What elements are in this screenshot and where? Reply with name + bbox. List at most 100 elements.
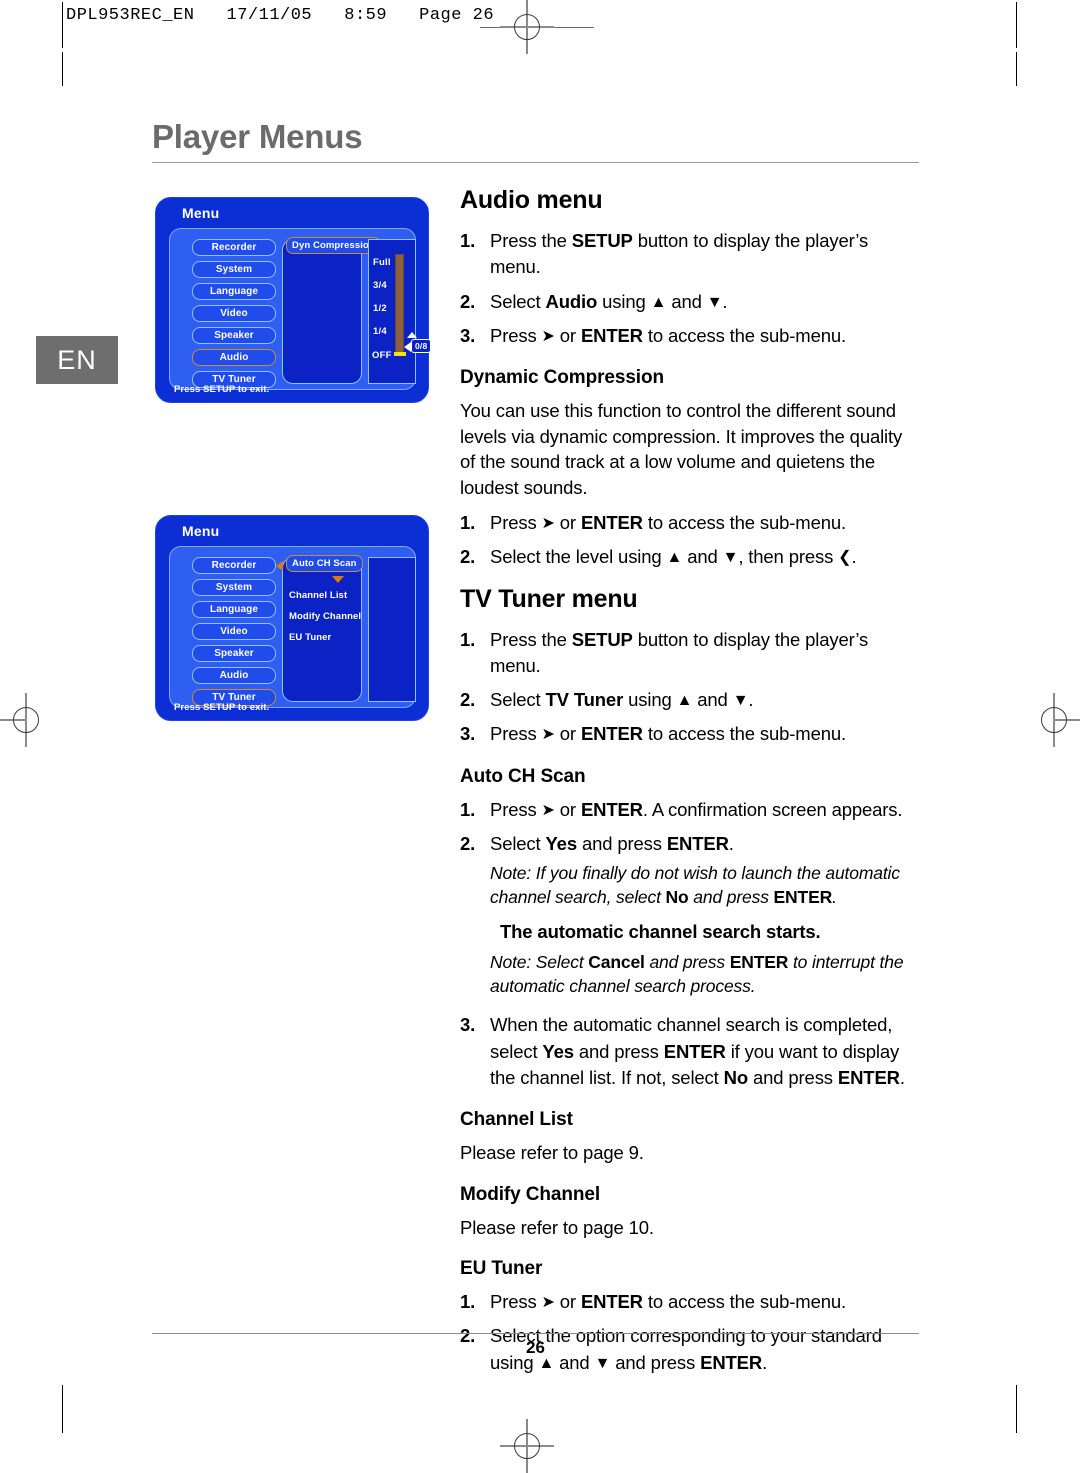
result-search-starts: The automatic channel search starts.	[500, 920, 821, 942]
osd-left-arrow-icon	[404, 342, 411, 352]
osd-level-value-badge: 0/8	[411, 339, 432, 353]
paragraph-channel-list: Please refer to page 9.	[460, 1142, 644, 1164]
osd2-nav-item-system: System	[192, 579, 276, 596]
osd-inner-panel: Recorder System Language Video Speaker A…	[169, 228, 432, 393]
note-cancel-interrupt: Note: Select Cancel and press ENTER to i…	[490, 952, 904, 997]
print-header-text: DPL953REC_EN 17/11/05 8:59 Page 26	[66, 6, 495, 25]
list-tv-tuner-steps: 1. Press the SETUP button to display the …	[460, 627, 920, 748]
list-item: 3. When the automatic channel search is c…	[460, 1012, 920, 1091]
step-text: Press ➤ or ENTER. A confirmation screen …	[490, 798, 903, 820]
list-item: 1. Press ➤ or ENTER to access the sub-men…	[460, 1289, 920, 1315]
list-item: 1. Press the SETUP button to display the …	[460, 228, 920, 281]
osd2-nav-item-recorder: Recorder	[192, 557, 276, 574]
body-column: Audio menu 1. Press the SETUP button to d…	[460, 186, 920, 1384]
list-item: 1. Press the SETUP button to display the …	[460, 627, 920, 680]
osd-nav-item-language: Language	[192, 283, 276, 300]
list-auto-ch-scan-steps: 1. Press ➤ or ENTER. A confirmation scree…	[460, 797, 920, 1091]
osd-nav-list: Recorder System Language Video Speaker A…	[192, 239, 276, 393]
osd2-nav-item-video: Video	[192, 623, 276, 640]
registration-mark-right-icon	[1027, 693, 1080, 747]
osd2-submenu-item-eu-tuner: EU Tuner	[289, 632, 332, 643]
heading-channel-list: Channel List	[460, 1109, 573, 1131]
osd2-menu-title: Menu	[182, 523, 220, 539]
crop-mark-top-left	[62, 52, 63, 86]
page-header: Player Menus	[152, 118, 919, 164]
osd2-selection-pointer-icon	[276, 561, 283, 571]
osd-level-full: Full	[373, 257, 391, 268]
step-text: When the automatic channel search is com…	[490, 1014, 905, 1088]
title-divider	[152, 162, 919, 164]
list-item: 2. Select Yes and press ENTER.	[460, 831, 920, 857]
osd2-inner-panel: Recorder System Language Video Speaker A…	[169, 546, 416, 708]
registration-mark-top-icon	[500, 0, 554, 54]
list-item: 2. Select the level using ▲ and ▼, then p…	[460, 544, 920, 570]
trim-line-top-right	[1016, 2, 1017, 48]
osd-nav-item-system: System	[192, 261, 276, 278]
step-text: Select Yes and press ENTER.	[490, 832, 734, 854]
step-number: 3.	[460, 1014, 476, 1036]
step-number: 2.	[460, 832, 476, 854]
list-item: 1. Press ➤ or ENTER. A confirmation scree…	[460, 797, 920, 823]
osd2-nav-item-language: Language	[192, 601, 276, 618]
footer-divider	[152, 1333, 919, 1335]
registration-mark-bottom-icon	[500, 1419, 554, 1473]
list-audio-menu-steps: 1. Press the SETUP button to display the …	[460, 228, 920, 349]
osd-level-three-quarter: 3/4	[373, 280, 387, 291]
step-number: 2.	[460, 290, 476, 312]
osd-nav-item-audio: Audio	[192, 349, 276, 366]
step-text: Press the SETUP button to display the pl…	[490, 230, 869, 278]
step-text: Press ➤ or ENTER to access the sub-menu.	[490, 324, 846, 346]
language-tab-label: EN	[57, 344, 97, 375]
osd-exit-hint: Press SETUP to exit.	[174, 384, 270, 395]
osd2-nav-list: Recorder System Language Video Speaker A…	[192, 557, 276, 711]
osd-up-arrow-icon	[407, 332, 417, 338]
list-item: 2. Select TV Tuner using ▲ and ▼.	[460, 687, 920, 713]
trim-line-top-left	[62, 2, 63, 48]
osd-menu-title: Menu	[182, 205, 220, 221]
osd2-nav-item-audio: Audio	[192, 667, 276, 684]
list-item: 3. Press ➤ or ENTER to access the sub-men…	[460, 323, 920, 349]
osd2-right-panel	[368, 557, 416, 702]
step-number: 1.	[460, 628, 476, 650]
osd2-submenu-panel: Auto CH Scan Channel List Modify Channel…	[276, 555, 363, 702]
step-number: 2.	[460, 689, 476, 711]
osd-level-panel: Full 3/4 1/2 1/4 OFF 0/8	[368, 239, 432, 384]
step-number: 1.	[460, 230, 476, 251]
crop-mark-top-right	[1016, 52, 1017, 86]
osd2-scroll-down-icon	[332, 576, 344, 583]
list-item: 3. Press ➤ or ENTER to access the sub-men…	[460, 721, 920, 747]
list-dynamic-compression-steps: 1. Press ➤ or ENTER to access the sub-men…	[460, 510, 920, 571]
step-number: 1.	[460, 512, 476, 534]
step-text: Press ➤ or ENTER to access the sub-menu.	[490, 512, 846, 534]
osd2-nav-item-speaker: Speaker	[192, 645, 276, 662]
step-text: Select the level using ▲ and ▼, then pre…	[490, 546, 857, 568]
osd-nav-item-recorder: Recorder	[192, 239, 276, 256]
osd2-submenu-item-channel-list: Channel List	[289, 590, 348, 601]
step-number: 1.	[460, 1291, 476, 1313]
language-tab-en: EN	[36, 336, 118, 384]
page-title: Player Menus	[152, 118, 363, 155]
list-item: 1. Press ➤ or ENTER to access the sub-men…	[460, 510, 920, 536]
osd-level-half: 1/2	[373, 303, 387, 314]
crop-mark-bottom-left	[62, 1385, 63, 1433]
step-text: Press ➤ or ENTER to access the sub-menu.	[490, 723, 846, 745]
osd-level-slider-thumb	[394, 352, 406, 356]
document-page: DPL953REC_EN 17/11/05 8:59 Page 26 EN Pl…	[0, 0, 1080, 1473]
note-no-launch: Note: If you finally do not wish to laun…	[490, 863, 900, 908]
step-text: Select Audio using ▲ and ▼.	[490, 290, 728, 312]
osd-level-slider-track	[395, 254, 404, 354]
osd-level-quarter: 1/4	[373, 326, 387, 337]
osd-screenshot-audio-menu: Menu Recorder System Language Video Spea…	[155, 197, 432, 403]
step-number: 2.	[460, 546, 476, 568]
list-item: 2. Select Audio using ▲ and ▼.	[460, 289, 920, 315]
heading-audio-menu: Audio menu	[460, 186, 603, 214]
osd-submenu-item-dyn-compression: Dyn Compression	[286, 237, 381, 254]
registration-mark-left-icon	[0, 693, 53, 747]
osd-screenshot-tv-tuner-menu: Menu Recorder System Language Video Spea…	[155, 515, 429, 721]
heading-auto-ch-scan: Auto CH Scan	[460, 765, 586, 787]
crop-mark-bottom-right	[1016, 1385, 1017, 1433]
step-text: Press the SETUP button to display the pl…	[490, 628, 869, 676]
osd-level-off: OFF	[372, 350, 392, 361]
step-number: 1.	[460, 798, 476, 820]
heading-eu-tuner: EU Tuner	[460, 1258, 543, 1280]
